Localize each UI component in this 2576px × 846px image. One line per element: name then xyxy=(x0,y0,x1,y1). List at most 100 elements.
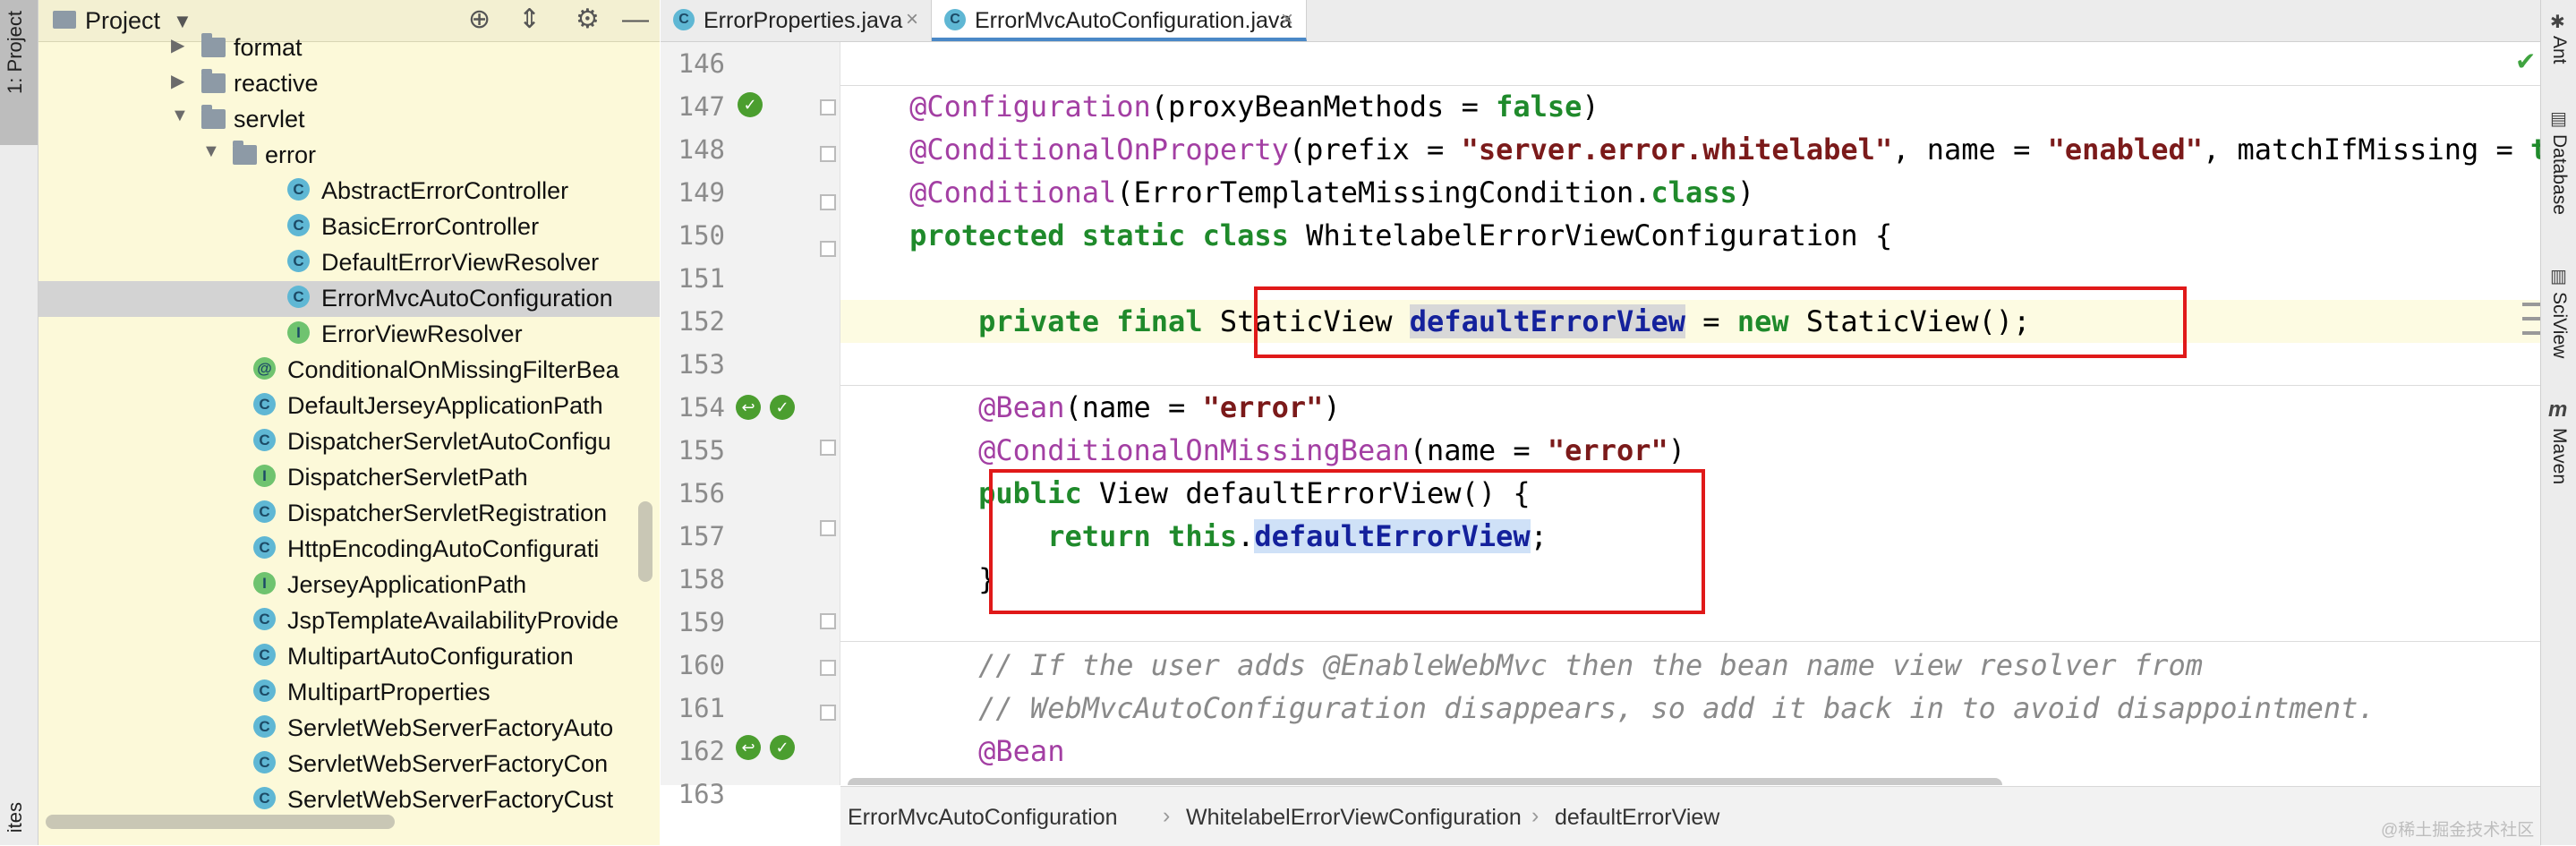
tree-item-label: BasicErrorController xyxy=(321,213,540,240)
fold-marker[interactable] xyxy=(820,440,836,456)
fold-marker[interactable] xyxy=(820,194,836,210)
folder-icon xyxy=(201,69,226,93)
folder-icon xyxy=(201,33,226,57)
editor-horizontal-scrollbar[interactable] xyxy=(848,778,2002,785)
tree-file-item[interactable]: C HttpEncodingAutoConfigurati xyxy=(38,532,660,568)
line-number: 154 xyxy=(678,392,725,423)
breadcrumb-item[interactable]: WhitelabelErrorViewConfiguration xyxy=(1186,805,1522,831)
tab-error-mvc-auto-configuration[interactable]: C ErrorMvcAutoConfiguration.java × xyxy=(932,0,1307,41)
code-line-150: protected static class WhitelabelErrorVi… xyxy=(909,218,1893,252)
inspection-ok-icon[interactable]: ✔ xyxy=(2515,47,2536,76)
tree-item-label: ConditionalOnMissingFilterBea xyxy=(287,356,619,383)
tree-file-item[interactable]: C ErrorMvcAutoConfiguration xyxy=(38,281,660,317)
breadcrumb-item[interactable]: defaultErrorView xyxy=(1555,805,1719,831)
close-icon[interactable]: × xyxy=(906,7,918,32)
navigate-bean-icon[interactable]: ↩ xyxy=(736,395,761,420)
folder-icon xyxy=(233,141,257,165)
class-icon: C xyxy=(253,500,276,523)
tree-item-label: DispatcherServletAutoConfigu xyxy=(287,428,611,455)
tree-item-label: servlet xyxy=(234,106,305,132)
tree-item-label: MultipartProperties xyxy=(287,679,490,705)
class-icon: C xyxy=(287,214,310,236)
fold-marker[interactable] xyxy=(820,99,836,115)
line-number: 159 xyxy=(678,607,725,637)
tree-file-item[interactable]: C DispatcherServletAutoConfigu xyxy=(38,424,660,460)
tree-item-label: DefaultErrorViewResolver xyxy=(321,249,600,276)
collapsed-arrow-icon[interactable]: ▶ xyxy=(171,34,184,56)
ant-tool-tab[interactable]: Ant xyxy=(2548,36,2570,64)
tree-item-label: ServletWebServerFactoryAuto xyxy=(287,714,614,741)
tree-file-item[interactable]: C DispatcherServletRegistration xyxy=(38,496,660,532)
project-vertical-scrollbar[interactable] xyxy=(638,501,653,582)
scroll-marker[interactable] xyxy=(2522,297,2540,340)
bean-icon[interactable]: ✓ xyxy=(770,395,795,420)
tree-folder-item[interactable]: ▶ format xyxy=(38,30,660,66)
sciview-tool-tab[interactable]: SciView xyxy=(2548,292,2570,358)
tree-folder-item[interactable]: ▼ servlet xyxy=(38,102,660,138)
project-tool-tab-label[interactable]: 1: Project xyxy=(4,11,27,94)
maven-tool-tab[interactable]: Maven xyxy=(2548,428,2570,484)
bean-icon[interactable]: ✓ xyxy=(770,735,795,760)
tree-file-item[interactable]: I JerseyApplicationPath xyxy=(38,568,660,603)
tree-file-item[interactable]: @ ConditionalOnMissingFilterBea xyxy=(38,353,660,389)
line-number: 162 xyxy=(678,736,725,766)
tree-file-item[interactable]: C DefaultJerseyApplicationPath xyxy=(38,389,660,424)
database-tool-tab[interactable]: Database xyxy=(2548,134,2570,215)
interface-icon: I xyxy=(253,465,276,487)
tree-item-label: ServletWebServerFactoryCust xyxy=(287,786,614,813)
tree-file-item[interactable]: C ServletWebServerFactoryAuto xyxy=(38,711,660,747)
class-icon: C xyxy=(253,608,276,630)
line-number: 147 xyxy=(678,91,725,122)
fold-marker[interactable] xyxy=(820,241,836,257)
fold-marker[interactable] xyxy=(820,520,836,536)
tree-file-item[interactable]: I ErrorViewResolver xyxy=(38,317,660,353)
tree-item-label: ErrorMvcAutoConfiguration xyxy=(321,285,613,312)
tree-file-item[interactable]: C MultipartAutoConfiguration xyxy=(38,639,660,675)
tree-file-item[interactable]: C ServletWebServerFactoryCon xyxy=(38,747,660,782)
code-editor[interactable]: @Configuration(proxyBeanMethods = false)… xyxy=(840,42,2541,785)
expanded-arrow-icon[interactable]: ▼ xyxy=(202,141,220,162)
tree-item-label: MultipartAutoConfiguration xyxy=(287,643,574,670)
editor-gutter[interactable]: 146 147 148 149 150 151 152 153 154 155 156 157 158 1… xyxy=(661,42,840,809)
configuration-bean-icon[interactable]: ✓ xyxy=(738,92,763,117)
project-horizontal-scrollbar[interactable] xyxy=(46,815,395,829)
highlight-box-field xyxy=(1254,286,2187,358)
tab-error-properties[interactable]: C ErrorProperties.java × xyxy=(661,0,932,41)
tree-file-item[interactable]: C MultipartProperties xyxy=(38,675,660,711)
class-icon: C xyxy=(253,787,276,809)
favorites-tool-tab-label[interactable]: ites xyxy=(4,802,27,833)
code-line-154: @Bean(name = "error") xyxy=(978,390,1341,424)
line-number: 149 xyxy=(678,177,725,208)
fold-marker[interactable] xyxy=(820,146,836,162)
tree-item-label: DispatcherServletPath xyxy=(287,464,528,491)
annotation-icon: @ xyxy=(253,357,276,380)
class-icon: C xyxy=(944,9,966,30)
fold-marker[interactable] xyxy=(820,705,836,721)
tree-item-label: DefaultJerseyApplicationPath xyxy=(287,392,603,419)
interface-icon: I xyxy=(253,572,276,594)
collapsed-arrow-icon[interactable]: ▶ xyxy=(171,70,184,92)
tree-file-item[interactable]: C JspTemplateAvailabilityProvide xyxy=(38,603,660,639)
tree-file-item[interactable]: C BasicErrorController xyxy=(38,209,660,245)
close-icon[interactable]: × xyxy=(1281,7,1293,32)
breadcrumb-separator-icon: › xyxy=(1531,803,1540,828)
expanded-arrow-icon[interactable]: ▼ xyxy=(171,106,189,126)
tree-folder-item[interactable]: ▶ reactive xyxy=(38,66,660,102)
tree-item-label: JspTemplateAvailabilityProvide xyxy=(287,607,619,634)
fold-marker[interactable] xyxy=(820,660,836,676)
tree-file-item[interactable]: C AbstractErrorController xyxy=(38,174,660,209)
tree-folder-item[interactable]: ▼ error xyxy=(38,138,660,174)
tree-item-label: ErrorViewResolver xyxy=(321,320,523,347)
navigate-bean-icon[interactable]: ↩ xyxy=(736,735,761,760)
folder-icon xyxy=(53,11,76,29)
tree-file-item[interactable]: C ServletWebServerFactoryCust xyxy=(38,782,660,818)
class-icon: C xyxy=(253,751,276,773)
fold-marker[interactable] xyxy=(820,613,836,629)
folder-icon xyxy=(201,105,226,129)
breadcrumb-item[interactable]: ErrorMvcAutoConfiguration xyxy=(848,805,1118,831)
tree-file-item[interactable]: I DispatcherServletPath xyxy=(38,460,660,496)
breadcrumb: ErrorMvcAutoConfiguration › WhitelabelEr… xyxy=(840,786,2541,846)
ant-icon: ✱ xyxy=(2550,13,2565,32)
tree-file-item[interactable]: C DefaultErrorViewResolver xyxy=(38,245,660,281)
